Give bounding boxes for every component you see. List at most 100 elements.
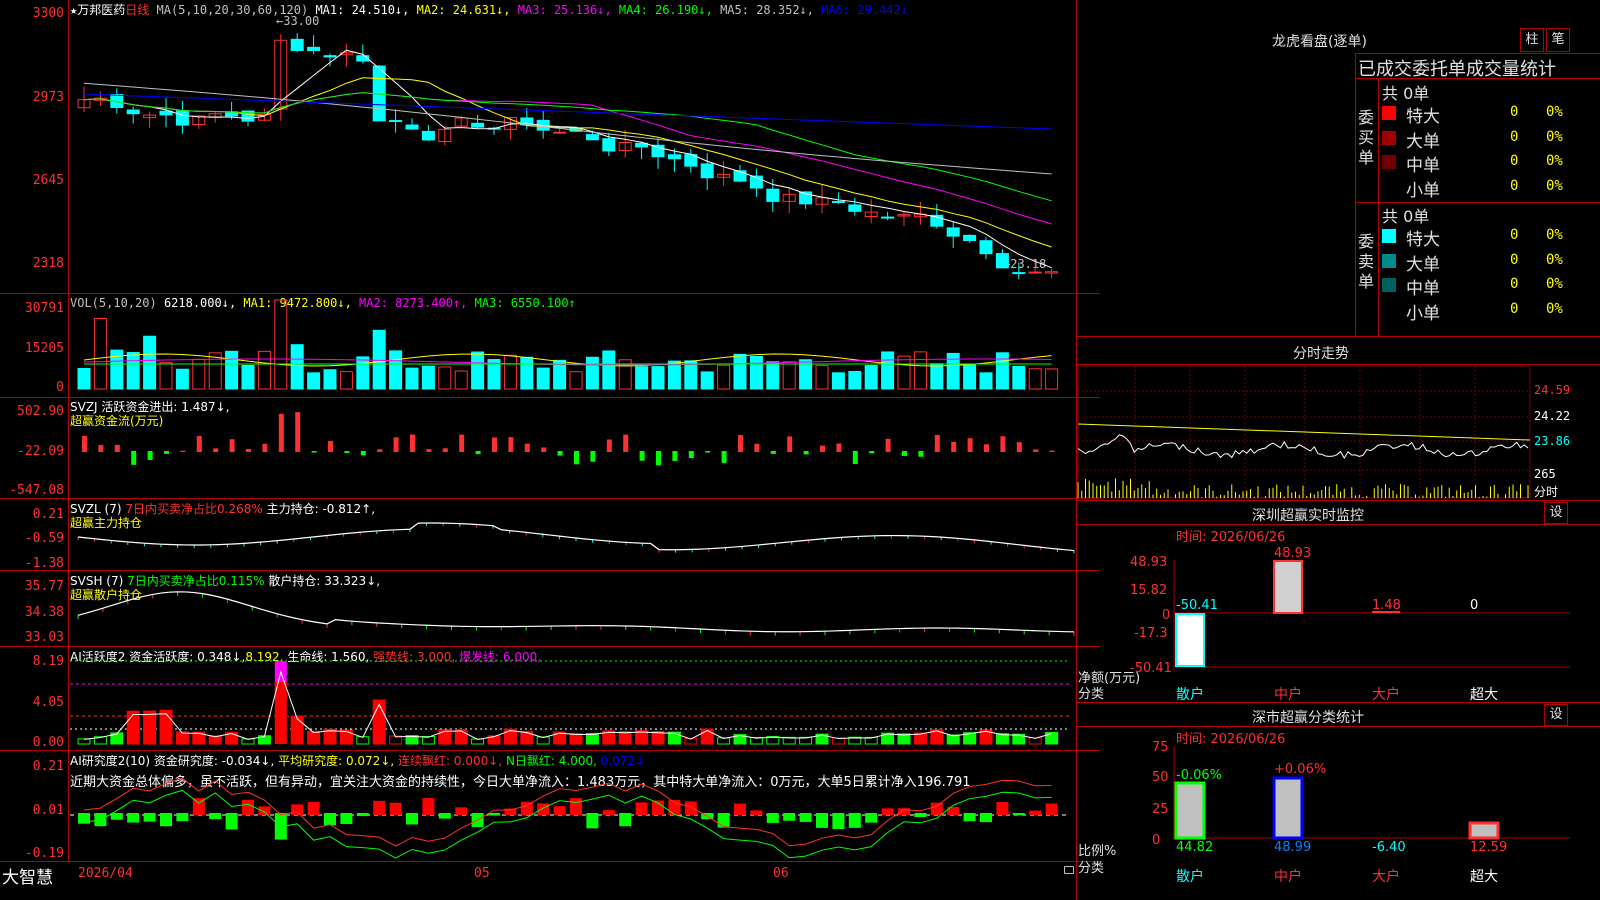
research-bar (635, 802, 648, 815)
flow-bar (246, 448, 251, 452)
stats-bottom-value: 44.82 (1176, 840, 1214, 855)
candle-body (979, 240, 993, 255)
candle-body (323, 55, 337, 58)
stats-category: 大户 (1372, 869, 1400, 885)
flow-bar (754, 443, 760, 452)
volume-bar (635, 366, 649, 390)
flow-bar (557, 451, 563, 456)
flow-bar (377, 449, 383, 452)
flow-bar (688, 451, 694, 459)
research-bar (980, 813, 992, 823)
flow-bar (590, 451, 596, 462)
activity-bar (585, 732, 599, 745)
monitor-time: 时间: 2026/06/26 (1176, 530, 1286, 545)
volume-bar (831, 372, 845, 390)
tick-mode-button[interactable]: 笔 (1546, 28, 1570, 52)
flow-bar (574, 451, 579, 465)
volume-bar (995, 352, 1009, 390)
candle-body (1012, 272, 1026, 275)
monitor-category: 大户 (1372, 687, 1400, 703)
volume-bar (438, 366, 452, 390)
research-bar (1029, 810, 1042, 815)
volume-bar (307, 372, 321, 390)
research-bar (865, 813, 878, 823)
flow-bar (836, 443, 842, 452)
volume-bar (339, 371, 353, 390)
volume-bar (913, 351, 927, 390)
candle-body (553, 131, 567, 134)
stats-category: 超大 (1470, 869, 1498, 885)
activity-bar (569, 732, 583, 745)
svsh-line (77, 591, 1075, 633)
volume-bar (749, 355, 763, 390)
research-bar (553, 806, 566, 815)
volume-bar (389, 350, 403, 390)
activity-bar (274, 682, 287, 744)
research-bar (816, 813, 828, 828)
buy-row-count: 0 (1510, 177, 1519, 194)
bar-mode-button[interactable]: 柱 (1520, 28, 1544, 52)
buy-row-pct: 0% (1546, 104, 1563, 120)
sell-row-pct: 0% (1546, 227, 1563, 243)
volume-bar (520, 356, 534, 390)
volume-bar (274, 299, 288, 390)
research-bar (389, 802, 402, 815)
flow-bar (278, 413, 284, 452)
intraday-price (1077, 434, 1529, 459)
research-bar (422, 798, 435, 815)
volume-bar (569, 371, 583, 390)
activity-bar (700, 728, 714, 745)
flow-bar (344, 451, 350, 454)
buy-row-pct: 0% (1546, 128, 1563, 145)
sell-row-pct: 0% (1546, 251, 1563, 268)
activity-bar (339, 729, 353, 745)
ma-line-5 (83, 82, 1052, 175)
activity-bar (438, 729, 452, 745)
flow-bar (524, 443, 530, 452)
ma-line-1 (83, 49, 1052, 269)
flow-bar (426, 449, 432, 452)
candle-body (831, 201, 845, 204)
volume-bar (848, 370, 862, 390)
volume-bar (77, 367, 91, 390)
research-bar (963, 813, 976, 822)
intraday-vol-max: 265 (1534, 467, 1556, 481)
sell-row-count: 0 (1510, 276, 1519, 292)
stats-settings-button[interactable]: 设 (1544, 704, 1568, 726)
flow-bar (885, 438, 891, 452)
flow-bar (475, 451, 481, 455)
research-bar (438, 813, 451, 819)
candle-body (307, 46, 321, 52)
flow-bar (410, 434, 415, 452)
volume-bar (864, 365, 878, 390)
flow-bar (934, 434, 940, 452)
research-bar (455, 807, 468, 815)
volume-bar (1028, 368, 1042, 390)
monitor-category: 超大 (1470, 687, 1498, 703)
stats-top-label: +0.06% (1274, 762, 1327, 777)
research-bar (881, 808, 894, 815)
flow-bar (196, 436, 202, 452)
research-bar (143, 813, 156, 822)
research-bar (684, 801, 697, 815)
stats-cat-label: 分类 (1078, 861, 1105, 876)
monitor-y-label: -17.3 (1134, 626, 1168, 641)
flow-bar (1000, 436, 1006, 452)
monitor-settings-button[interactable]: 设 (1544, 502, 1568, 524)
candle-body (1028, 271, 1042, 274)
flow-bar (98, 445, 104, 452)
volume-bar (766, 361, 780, 390)
research-bar (406, 813, 418, 825)
candle-body (766, 188, 780, 202)
monitor-y-label: 0 (1162, 608, 1171, 623)
buy-row-name: 特大 (1406, 107, 1440, 127)
ma-line-4 (83, 92, 1052, 202)
monitor-y-label: 15.82 (1130, 583, 1168, 598)
candle-body (733, 170, 747, 182)
candle-body (585, 134, 599, 141)
buy-row-name: 小单 (1406, 180, 1440, 201)
flow-bar (131, 451, 137, 465)
volume-bar (241, 364, 255, 390)
volume-bar (881, 351, 895, 390)
candle-body (126, 109, 140, 115)
